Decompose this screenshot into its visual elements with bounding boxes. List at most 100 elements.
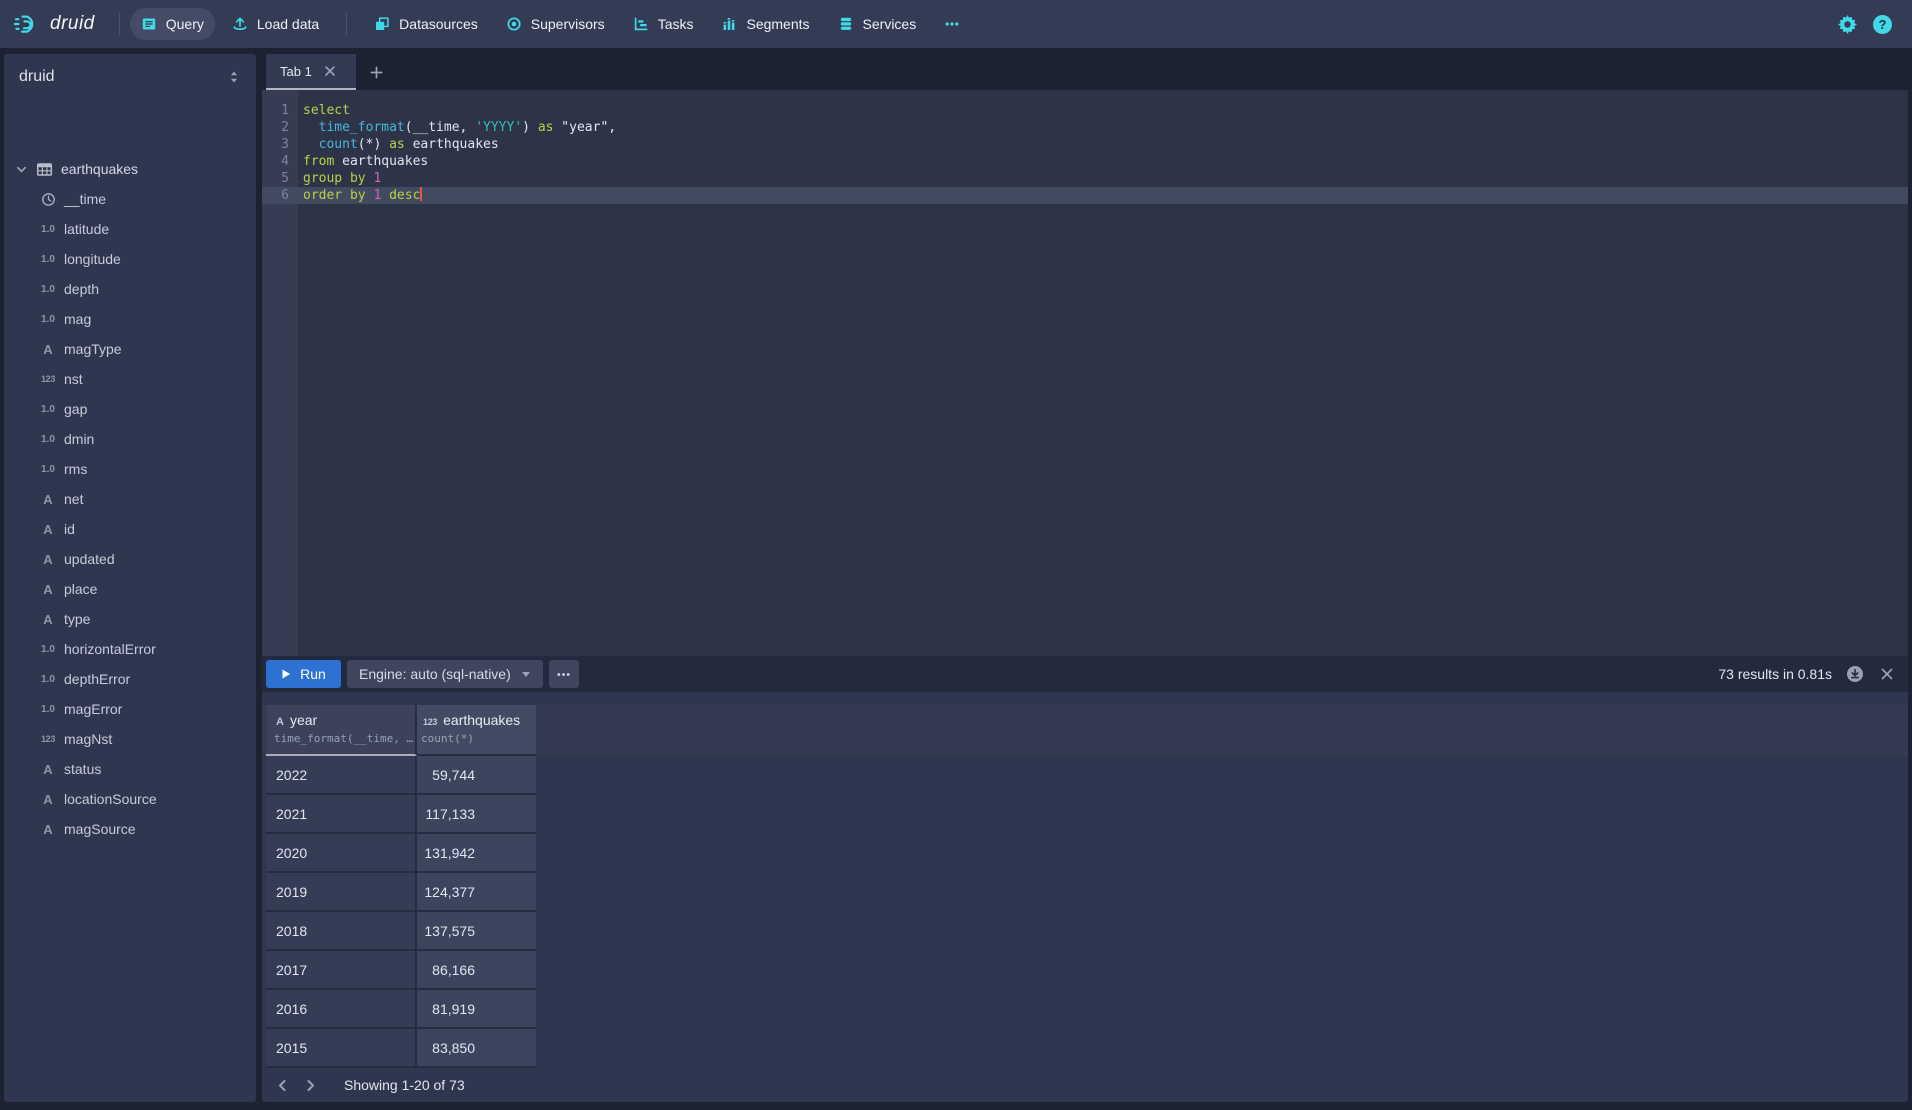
cell-year[interactable]: 2016 [266, 990, 417, 1029]
cell-year[interactable]: 2018 [266, 912, 417, 951]
nav-item-supervisors[interactable]: Supervisors [495, 8, 616, 40]
column-header-year[interactable]: Ayeartime_format(__time, … [266, 705, 417, 756]
column-row-magSource[interactable]: AmagSource [4, 814, 256, 844]
datasource-row-earthquakes[interactable]: earthquakes [4, 154, 256, 184]
type-badge-string: A [37, 612, 59, 627]
table-row: 201786,166 [262, 951, 1908, 990]
column-row-mag[interactable]: 1.0mag [4, 304, 256, 334]
editor-line-2[interactable]: 2 time_format(__time, 'YYYY') as "year", [262, 119, 1908, 136]
sql-editor[interactable]: 1select2 time_format(__time, 'YYYY') as … [262, 90, 1908, 656]
column-label: longitude [64, 251, 121, 267]
supervisors-icon [506, 16, 522, 32]
results-status: 73 results in 0.81s [1718, 666, 1832, 682]
nav-item-label: Tasks [658, 16, 694, 32]
chevron-down-icon[interactable] [15, 163, 29, 176]
cell-earthquakes[interactable]: 81,919 [417, 990, 536, 1029]
editor-line-1[interactable]: 1select [262, 102, 1908, 119]
column-label: depthError [64, 671, 130, 687]
cell-year[interactable]: 2022 [266, 756, 417, 795]
editor-line-4[interactable]: 4from earthquakes [262, 153, 1908, 170]
close-results-icon[interactable] [1880, 667, 1894, 681]
column-row-magType[interactable]: AmagType [4, 334, 256, 364]
clock-icon [37, 192, 59, 207]
table-icon [36, 161, 53, 178]
tab-1[interactable]: Tab 1 [266, 54, 356, 90]
close-tab-icon[interactable] [324, 65, 336, 77]
nav-item-nav-more[interactable] [933, 8, 971, 40]
cell-earthquakes[interactable]: 117,133 [417, 795, 536, 834]
add-tab-button[interactable] [356, 54, 396, 90]
column-row-dmin[interactable]: 1.0dmin [4, 424, 256, 454]
prev-page-button[interactable] [270, 1073, 294, 1097]
type-badge-string: A [37, 522, 59, 537]
sort-icon[interactable] [224, 67, 244, 87]
column-row-horizontalError[interactable]: 1.0horizontalError [4, 634, 256, 664]
column-row-__time[interactable]: __time [4, 184, 256, 214]
column-row-updated[interactable]: Aupdated [4, 544, 256, 574]
column-row-status[interactable]: Astatus [4, 754, 256, 784]
column-row-latitude[interactable]: 1.0latitude [4, 214, 256, 244]
column-row-longitude[interactable]: 1.0longitude [4, 244, 256, 274]
column-row-gap[interactable]: 1.0gap [4, 394, 256, 424]
nav-item-load-data[interactable]: Load data [221, 8, 330, 40]
column-row-id[interactable]: Aid [4, 514, 256, 544]
cell-earthquakes[interactable]: 86,166 [417, 951, 536, 990]
code-text: time_format(__time, 'YYYY') as "year", [298, 119, 616, 136]
nav-item-query[interactable]: Query [130, 8, 215, 40]
line-number: 3 [262, 136, 298, 153]
sidebar-header: druid [4, 54, 256, 100]
engine-select[interactable]: Engine: auto (sql-native) [347, 660, 543, 688]
cell-earthquakes[interactable]: 83,850 [417, 1029, 536, 1068]
pagination-label: Showing 1-20 of 73 [344, 1077, 465, 1093]
editor-line-3[interactable]: 3 count(*) as earthquakes [262, 136, 1908, 153]
nav-item-segments[interactable]: Segments [710, 8, 820, 40]
gear-icon[interactable] [1838, 15, 1857, 34]
more-icon [556, 667, 571, 682]
line-number: 5 [262, 170, 298, 187]
column-label: mag [64, 311, 91, 327]
cell-earthquakes[interactable]: 124,377 [417, 873, 536, 912]
type-badge-string: A [37, 342, 59, 357]
datasource-label: earthquakes [61, 161, 138, 177]
schema-tree[interactable]: earthquakes__time1.0latitude1.0longitude… [4, 154, 256, 1102]
cell-year[interactable]: 2020 [266, 834, 417, 873]
column-header-earthquakes[interactable]: 123earthquakescount(*) [417, 705, 536, 756]
type-badge-float: 1.0 [37, 644, 59, 655]
cell-year[interactable]: 2021 [266, 795, 417, 834]
line-number: 1 [262, 102, 298, 119]
druid-logo[interactable]: druid [14, 12, 95, 36]
nav-item-label: Segments [746, 16, 809, 32]
nav-item-label: Query [166, 16, 204, 32]
more-options-button[interactable] [549, 660, 579, 688]
column-row-nst[interactable]: 123nst [4, 364, 256, 394]
column-row-rms[interactable]: 1.0rms [4, 454, 256, 484]
tab-label: Tab 1 [280, 64, 312, 79]
code-text: group by 1 [298, 170, 381, 187]
column-row-type[interactable]: Atype [4, 604, 256, 634]
cell-year[interactable]: 2017 [266, 951, 417, 990]
nav-item-datasources[interactable]: Datasources [363, 8, 489, 40]
column-row-place[interactable]: Aplace [4, 574, 256, 604]
column-row-depthError[interactable]: 1.0depthError [4, 664, 256, 694]
column-row-locationSource[interactable]: AlocationSource [4, 784, 256, 814]
nav-item-tasks[interactable]: Tasks [622, 8, 705, 40]
cell-earthquakes[interactable]: 131,942 [417, 834, 536, 873]
column-row-magNst[interactable]: 123magNst [4, 724, 256, 754]
nav-item-services[interactable]: Services [827, 8, 928, 40]
cell-earthquakes[interactable]: 137,575 [417, 912, 536, 951]
text-cursor [420, 187, 422, 201]
cell-year[interactable]: 2015 [266, 1029, 417, 1068]
editor-line-5[interactable]: 5group by 1 [262, 170, 1908, 187]
column-row-depth[interactable]: 1.0depth [4, 274, 256, 304]
next-page-button[interactable] [298, 1073, 322, 1097]
cell-earthquakes[interactable]: 59,744 [417, 756, 536, 795]
column-label: magType [64, 341, 122, 357]
editor-line-6[interactable]: 6order by 1 desc [262, 187, 1908, 204]
column-row-net[interactable]: Anet [4, 484, 256, 514]
cell-year[interactable]: 2019 [266, 873, 417, 912]
download-icon[interactable] [1846, 665, 1864, 683]
run-button[interactable]: Run [266, 660, 341, 688]
table-row: 202259,744 [262, 756, 1908, 795]
column-row-magError[interactable]: 1.0magError [4, 694, 256, 724]
help-icon[interactable]: ? [1873, 15, 1892, 34]
